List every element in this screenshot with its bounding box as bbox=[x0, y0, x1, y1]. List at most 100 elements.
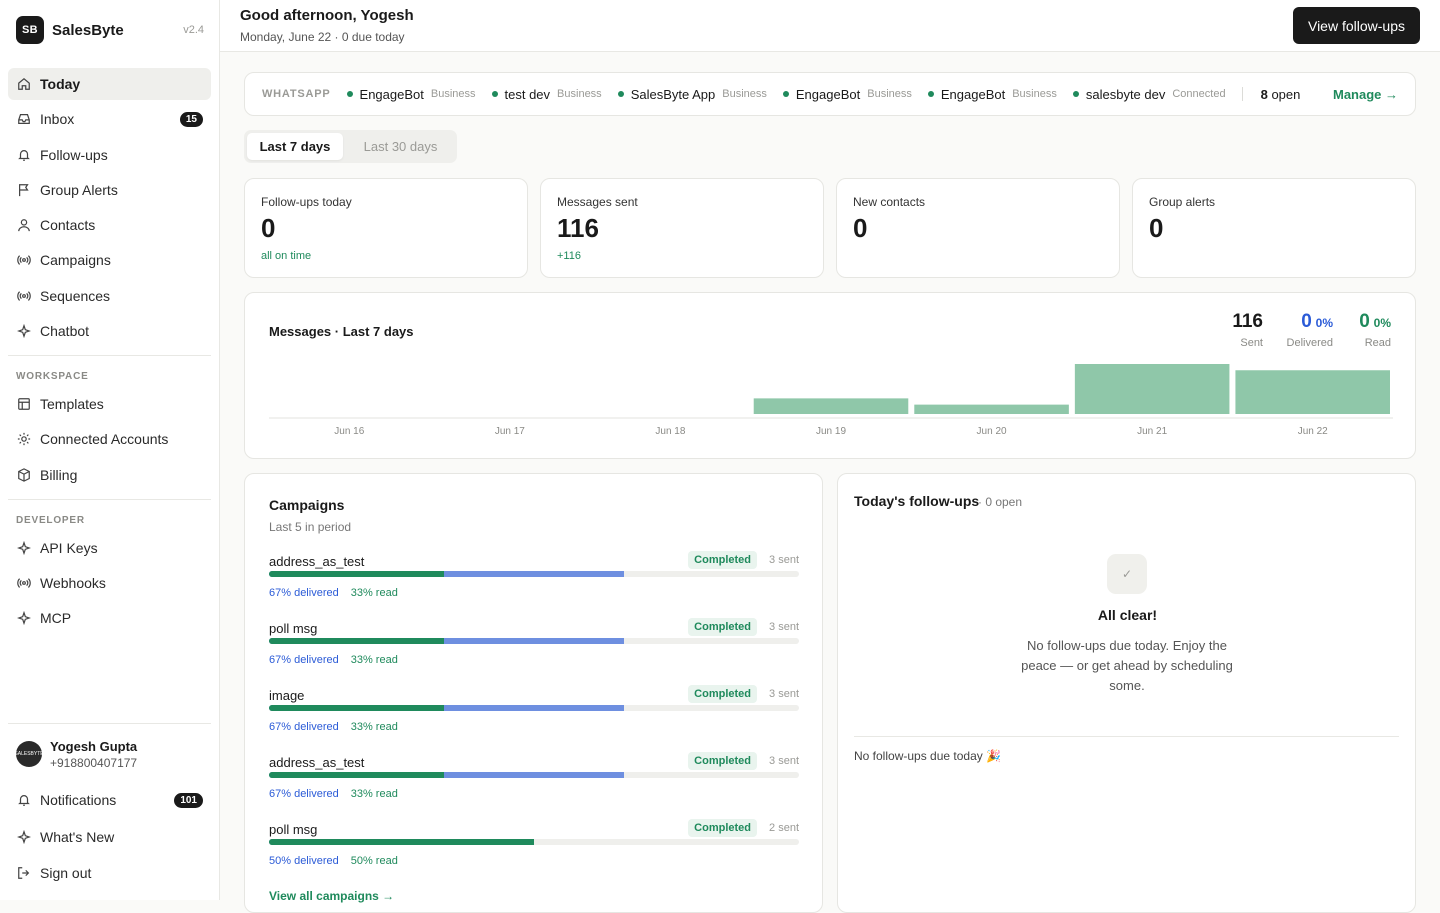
read-bar bbox=[269, 638, 444, 644]
sidebar-item-notifications[interactable]: Notifications 101 bbox=[8, 784, 211, 816]
whatsapp-account[interactable]: EngageBot Business bbox=[927, 87, 1057, 102]
sidebar-item-group-alerts[interactable]: Group Alerts bbox=[8, 174, 211, 206]
sidebar-item-label: Sign out bbox=[40, 865, 92, 881]
status-badge: Completed bbox=[688, 752, 757, 770]
metric-read: 0 0% Read bbox=[1359, 311, 1391, 349]
campaign-row[interactable]: poll msg Completed 3 sent 67% delivered 33% … bbox=[269, 618, 799, 681]
bell-icon bbox=[16, 792, 32, 808]
stat-value: 116 bbox=[557, 213, 599, 243]
whatsapp-account[interactable]: test dev Business bbox=[491, 87, 602, 102]
tab-last-7-days[interactable]: Last 7 days bbox=[247, 133, 343, 160]
sidebar-item-api-keys[interactable]: API Keys bbox=[8, 532, 211, 564]
metric-value: 0 bbox=[1301, 311, 1312, 332]
chart-title: Messages · Last 7 days bbox=[269, 324, 414, 339]
whatsapp-account[interactable]: EngageBot Business bbox=[346, 87, 476, 102]
campaign-stats: 67% delivered 33% read bbox=[269, 587, 398, 599]
stat-card-new-contacts: New contacts 0 bbox=[836, 178, 1120, 278]
user-phone: +918800407177 bbox=[50, 755, 138, 770]
date-range-tabs: Last 7 days Last 30 days bbox=[244, 130, 457, 163]
whatsapp-account[interactable]: SalesByte App Business bbox=[617, 87, 767, 102]
manage-accounts-link[interactable]: Manage → bbox=[1333, 87, 1398, 102]
metric-label: Delivered bbox=[1286, 337, 1333, 349]
sidebar-item-label: Campaigns bbox=[40, 252, 111, 268]
sidebar-item-sequences[interactable]: Sequences bbox=[8, 280, 211, 312]
brand[interactable]: SB SalesByte v2.4 bbox=[16, 16, 204, 44]
sidebar-item-connected-accounts[interactable]: Connected Accounts bbox=[8, 423, 211, 455]
campaigns-title: Campaigns bbox=[269, 497, 345, 513]
account-type: Business bbox=[867, 88, 912, 100]
metric-pct: 0% bbox=[1315, 316, 1333, 330]
followups-title: Today's follow-ups bbox=[854, 493, 980, 509]
sidebar: SB SalesByte v2.4 Today Inbox 15 Follow-ups… bbox=[0, 0, 220, 900]
chart-bar[interactable] bbox=[1074, 364, 1230, 414]
campaign-row[interactable]: address_as_test Completed 3 sent 67% delive… bbox=[269, 752, 799, 815]
sidebar-item-label: Webhooks bbox=[40, 575, 106, 591]
broadcast-icon bbox=[16, 252, 32, 268]
sidebar-item-mcp[interactable]: MCP bbox=[8, 602, 211, 634]
sidebar-item-chatbot[interactable]: Chatbot bbox=[8, 315, 211, 347]
delivered-text: 67% delivered bbox=[269, 587, 339, 599]
status-dot bbox=[927, 91, 934, 97]
user-profile[interactable]: SALESBYTE Yogesh Gupta +918800407177 bbox=[14, 736, 204, 772]
campaign-row[interactable]: poll msg Completed 2 sent 50% delivered 50% … bbox=[269, 819, 799, 882]
x-tick-label: Jun 20 bbox=[977, 426, 1007, 437]
stat-sub: +116 bbox=[557, 250, 581, 262]
whatsapp-account[interactable]: EngageBot Business bbox=[782, 87, 912, 102]
account-type: Connected bbox=[1172, 88, 1226, 100]
delivered-text: 67% delivered bbox=[269, 788, 339, 800]
stat-value: 0 bbox=[853, 213, 868, 243]
metric-sent: 116 Sent bbox=[1232, 311, 1263, 349]
campaign-row[interactable]: image Completed 3 sent 67% delivered 33% rea… bbox=[269, 685, 799, 748]
sidebar-item-what-s-new[interactable]: What's New bbox=[8, 821, 211, 853]
sidebar-item-label: Sequences bbox=[40, 288, 111, 304]
account-type: Business bbox=[1012, 88, 1057, 100]
sidebar-item-inbox[interactable]: Inbox 15 bbox=[8, 103, 211, 135]
sidebar-item-billing[interactable]: Billing bbox=[8, 459, 211, 491]
campaign-stats: 67% delivered 33% read bbox=[269, 721, 398, 733]
campaign-name: address_as_test bbox=[269, 755, 365, 770]
sidebar-item-label: Today bbox=[40, 76, 81, 92]
x-tick-label: Jun 22 bbox=[1298, 426, 1328, 437]
template-icon bbox=[16, 396, 32, 412]
sidebar-item-templates[interactable]: Templates bbox=[8, 388, 211, 420]
chart-bar[interactable] bbox=[914, 404, 1069, 414]
whatsapp-label: WHATSAPP bbox=[262, 88, 331, 100]
sidebar-item-today[interactable]: Today bbox=[8, 68, 211, 100]
whatsapp-account[interactable]: salesbyte dev Connected bbox=[1072, 87, 1226, 102]
x-tick-label: Jun 17 bbox=[495, 426, 525, 437]
status-dot bbox=[346, 91, 353, 97]
chart-bar[interactable] bbox=[1235, 370, 1390, 414]
sidebar-item-label: Inbox bbox=[40, 111, 75, 127]
campaign-row[interactable]: address_as_test Completed 3 sent 67% delive… bbox=[269, 551, 799, 614]
sidebar-item-follow-ups[interactable]: Follow-ups bbox=[8, 139, 211, 171]
status-dot bbox=[782, 91, 789, 97]
count-badge: 101 bbox=[174, 792, 203, 808]
campaigns-card: Campaigns Last 5 in period address_as_te… bbox=[244, 473, 823, 913]
open-count-value: 8 bbox=[1260, 86, 1268, 102]
divider bbox=[854, 736, 1399, 737]
campaign-stats: 67% delivered 33% read bbox=[269, 654, 398, 666]
view-follow-ups-button[interactable]: View follow-ups bbox=[1292, 7, 1420, 44]
stat-card-messages-sent: Messages sent 116 +116 bbox=[540, 178, 824, 278]
bell-icon bbox=[16, 147, 32, 163]
delivered-text: 67% delivered bbox=[269, 721, 339, 733]
account-type: Business bbox=[722, 88, 767, 100]
sidebar-item-webhooks[interactable]: Webhooks bbox=[8, 567, 211, 599]
x-tick-label: Jun 21 bbox=[1137, 426, 1167, 437]
stat-label: Messages sent bbox=[557, 195, 638, 209]
sidebar-item-label: Connected Accounts bbox=[40, 431, 169, 447]
sidebar-item-contacts[interactable]: Contacts bbox=[8, 209, 211, 241]
sidebar-item-sign-out[interactable]: Sign out bbox=[8, 857, 211, 889]
metric-pct: 0% bbox=[1373, 316, 1391, 330]
sun-icon bbox=[16, 431, 32, 447]
sidebar-item-label: Group Alerts bbox=[40, 182, 118, 198]
tab-last-30-days[interactable]: Last 30 days bbox=[347, 133, 454, 160]
view-all-campaigns-link[interactable]: View all campaigns → bbox=[269, 889, 394, 903]
home-icon bbox=[16, 76, 32, 92]
brand-logo: SB bbox=[16, 16, 44, 44]
sidebar-item-campaigns[interactable]: Campaigns bbox=[8, 244, 211, 276]
stat-value: 0 bbox=[261, 213, 276, 243]
chart-bar[interactable] bbox=[753, 398, 909, 414]
campaign-name: poll msg bbox=[269, 822, 318, 837]
status-badge: Completed bbox=[688, 819, 757, 837]
